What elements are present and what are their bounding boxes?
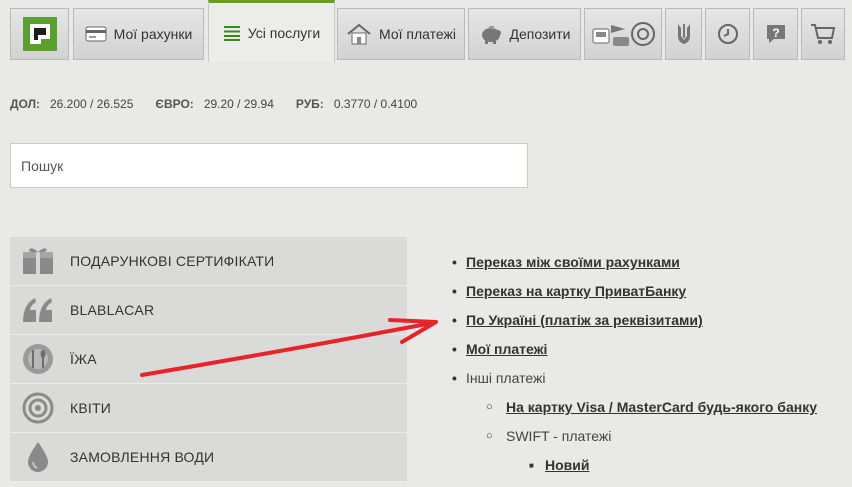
- help-icon: ?: [764, 22, 788, 46]
- nav-my-accounts[interactable]: Мої рахунки: [73, 8, 204, 60]
- list-item: SWIFT - платежі: [448, 426, 852, 455]
- category-food[interactable]: ЇЖА: [10, 335, 407, 384]
- house-icon: [346, 23, 372, 45]
- trident-icon: [676, 22, 692, 46]
- swift-label: SWIFT - платежі: [506, 428, 612, 444]
- nav-deposits[interactable]: Депозити: [468, 8, 581, 60]
- list-icon: [223, 24, 241, 42]
- piggy-bank-icon: [479, 24, 503, 44]
- other-payments-label: Інші платежі: [466, 370, 546, 386]
- link-my-payments[interactable]: Мої платежі: [466, 341, 547, 357]
- currency-rates: ДОЛ: 26.200 / 26.525 ЄВРО: 29.20 / 29.94 РУБ…: [10, 97, 439, 111]
- usd-label: ДОЛ:: [10, 97, 40, 111]
- privat24-page: Мої рахунки Усі послуги Мої платежі Депо…: [0, 0, 852, 487]
- travel-icon: [591, 19, 655, 49]
- gift-icon: [20, 243, 56, 279]
- card-icon: [85, 26, 107, 42]
- rub-label: РУБ:: [295, 97, 324, 111]
- svg-text:?: ?: [772, 26, 779, 40]
- list-item: Інші платежі: [448, 368, 852, 397]
- link-privat-card-transfer[interactable]: Переказ на картку ПриватБанку: [466, 283, 686, 299]
- privatbank-logo-icon: [22, 17, 57, 51]
- list-item: Новий: [448, 455, 852, 484]
- eur-label: ЄВРО:: [155, 97, 194, 111]
- privatbank-logo[interactable]: [10, 8, 69, 60]
- category-list: ПОДАРУНКОВІ СЕРТИФІКАТИ BLABLACAR ЇЖА КВ…: [10, 237, 407, 482]
- eur-value: 29.20 / 29.94: [203, 97, 274, 111]
- list-item: На картку Visa / MasterCard будь-якого б…: [448, 397, 852, 426]
- list-item: Переказ між своїми рахунками: [448, 252, 852, 281]
- usd-value: 26.200 / 26.525: [50, 97, 134, 111]
- food-icon: [20, 341, 56, 377]
- nav-ukraine[interactable]: [665, 8, 702, 60]
- list-item: По Україні (платіж за реквізитами): [448, 310, 852, 339]
- list-item: Переказ на картку ПриватБанку: [448, 281, 852, 310]
- quote-icon: [20, 292, 56, 328]
- rub-value: 0.3770 / 0.4100: [333, 97, 418, 111]
- category-blablacar[interactable]: BLABLACAR: [10, 286, 407, 335]
- category-gift-certificates[interactable]: ПОДАРУНКОВІ СЕРТИФІКАТИ: [10, 237, 407, 286]
- nav-all-services[interactable]: Усі послуги: [208, 0, 335, 62]
- nav-history[interactable]: [705, 8, 750, 60]
- water-drop-icon: [20, 439, 56, 475]
- payment-links: Переказ між своїми рахунками Переказ на …: [448, 252, 852, 484]
- link-swift-new[interactable]: Новий: [545, 457, 589, 473]
- link-own-transfer[interactable]: Переказ між своїми рахунками: [466, 254, 680, 270]
- search-input[interactable]: [10, 143, 528, 188]
- link-ukraine-payment[interactable]: По Україні (платіж за реквізитами): [466, 312, 703, 328]
- cart-icon: [810, 22, 836, 46]
- nav-help[interactable]: ?: [753, 8, 798, 60]
- category-flowers[interactable]: КВІТИ: [10, 384, 407, 433]
- link-visa-mastercard[interactable]: На картку Visa / MasterCard будь-якого б…: [506, 399, 817, 415]
- clock-arrow-icon: [716, 22, 740, 46]
- nav-travel[interactable]: [584, 8, 662, 60]
- category-water-order[interactable]: ЗАМОВЛЕННЯ ВОДИ: [10, 433, 407, 482]
- list-item: Мої платежі: [448, 339, 852, 368]
- nav-cart[interactable]: [801, 8, 845, 60]
- top-navigation: Мої рахунки Усі послуги Мої платежі Депо…: [0, 0, 852, 62]
- flower-icon: [20, 390, 56, 426]
- nav-my-payments[interactable]: Мої платежі: [337, 8, 465, 60]
